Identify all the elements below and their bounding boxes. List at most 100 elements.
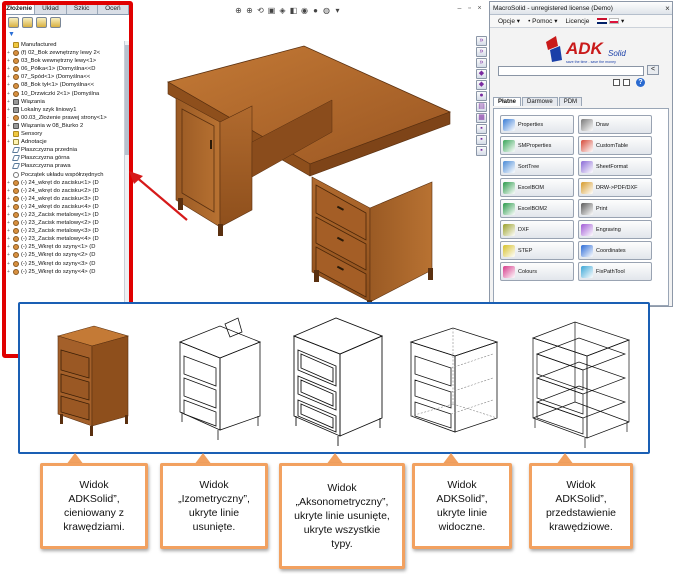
view-palette-icon[interactable]: ◆ [476, 80, 487, 90]
tab-szkic[interactable]: Szkic [67, 3, 98, 14]
tree-item[interactable]: + (-) 23_Zacisk metalowy<1> (D [7, 211, 125, 219]
tree-item[interactable]: Sensory [7, 130, 125, 138]
cabinet-wireframe-view [531, 321, 631, 448]
callout-shaded-with-edges: Widok ADKSolid”, cieniowany z krawędziam… [40, 463, 148, 549]
callout-wireframe: Widok ADKSolid”, przedstawienie krawędzi… [529, 463, 633, 549]
tree-item[interactable]: + (-) 25_Wkręt do szyny<2> (D [7, 251, 125, 259]
tree-item[interactable]: + Wiązania [7, 98, 125, 106]
step-button[interactable]: STEP [500, 241, 574, 260]
tree-item-label: (-) 23_Zacisk metalowy<4> (D [21, 236, 99, 243]
search-tab-icon[interactable]: ◆ [476, 69, 487, 79]
print-icon [581, 202, 593, 215]
tree-item[interactable]: + (-) 25_Wkręt do szyny<3> (D [7, 260, 125, 268]
tree-item[interactable]: -00.03_Złożenie prawej strony<1> [7, 114, 125, 122]
tab-pdm[interactable]: PDM [558, 97, 583, 106]
tree-item[interactable]: + (-) 23_Zacisk metalowy<2> (D [7, 219, 125, 227]
tab-uklad[interactable]: Układ [35, 3, 67, 14]
option-checkbox-1[interactable] [613, 79, 620, 86]
tab-platne[interactable]: Płatne [493, 97, 522, 106]
menu-opcje[interactable]: Opcje ▾ [498, 17, 520, 25]
smproperties-button[interactable]: SMProperties [500, 136, 574, 155]
tree-item[interactable]: + (-) 24_wkręt do zacisku<3> (D [7, 195, 125, 203]
tree-item-label: (-) 23_Zacisk metalowy<1> (D [21, 211, 99, 218]
folder-tab-icon[interactable]: ▦ [476, 113, 487, 123]
part-icon [13, 179, 19, 186]
excelbom-button[interactable]: ExcelBOM [500, 178, 574, 197]
tree-item[interactable]: +10_Drzwiczki 2<1> (Domyślna [7, 90, 125, 98]
customtable-button[interactable]: CustomTable [578, 136, 652, 155]
tree-item[interactable]: Początek układu współrzędnych [7, 171, 125, 179]
design-library-icon[interactable]: » [476, 47, 487, 57]
custom-properties-icon[interactable]: ▤ [476, 102, 487, 112]
tree-item[interactable]: Manufactured [7, 41, 125, 49]
tree-item[interactable]: + Adnotacje [7, 138, 125, 146]
option-checkbox-2[interactable] [623, 79, 630, 86]
search-input[interactable] [498, 66, 644, 76]
tree-item-label: (-) 25_Wkręt do szyny<1> (D [21, 244, 96, 251]
tool-icon[interactable]: ▪ [476, 135, 487, 145]
help-icon[interactable]: ? [636, 78, 645, 87]
tab-ocen[interactable]: Oceń [98, 3, 129, 14]
callout-hidden-lines-visible: Widok ADKSolid”, ukryte linie widoczne. [412, 463, 512, 549]
menu-pomoc[interactable]: • Pomoc ▾ [528, 17, 557, 25]
tool-button-label: ExcelBOM2 [518, 205, 548, 212]
tree-item[interactable]: +07_Spód<1> (Domyślna<< [7, 73, 125, 81]
more-icon[interactable]: ▪ [476, 146, 487, 156]
restore-icon[interactable]: ▫ [466, 5, 473, 12]
tool-button-label: Properties [518, 121, 544, 128]
sorttree-button[interactable]: SortTree [500, 157, 574, 176]
appearances-icon[interactable]: ● [476, 91, 487, 101]
fixpathtool-button[interactable]: FixPathTool [578, 262, 652, 281]
search-button[interactable]: < [647, 65, 659, 75]
origin-icon [13, 171, 19, 178]
tree-item[interactable]: Płaszczyzna górna [7, 154, 125, 162]
close-icon[interactable]: × [476, 5, 483, 12]
tree-item[interactable]: +06_Półka<1> (Domyślna<<D [7, 65, 125, 73]
tree-item[interactable]: + (-) 24_wkręt do zacisku<2> (D [7, 187, 125, 195]
tree-item[interactable]: + (-) 23_Zacisk metalowy<3> (D [7, 227, 125, 235]
tool-button-label: SMProperties [518, 142, 552, 149]
draw-button[interactable]: Draw [578, 115, 652, 134]
tree-item[interactable]: Płaszczyzna przednia [7, 146, 125, 154]
tree-item[interactable]: + Wiązania w 08_Biurko 2 [7, 122, 125, 130]
tree-item[interactable]: +03_Bok wewnętrzny lewy<1> [7, 57, 125, 65]
tree-item[interactable]: + (-) 23_Zacisk metalowy<4> (D [7, 235, 125, 243]
tree-item-label: Płaszczyzna przednia [21, 147, 78, 154]
language-selector[interactable]: ▾ [597, 17, 624, 25]
dxf-button[interactable]: DXF [500, 220, 574, 239]
tree-item[interactable]: + (-) 24_wkręt do zacisku<1> (D [7, 179, 125, 187]
property-manager-icon[interactable] [22, 17, 33, 28]
file-explorer-icon[interactable]: » [476, 58, 487, 68]
sheetformat-button[interactable]: SheetFormat [578, 157, 652, 176]
tab-zlozenie[interactable]: Złożenie [4, 3, 36, 14]
macro-icon[interactable]: ▪ [476, 124, 487, 134]
drw-pdf-dxf-button[interactable]: DRW->PDF/DXF [578, 178, 652, 197]
part-icon [13, 244, 19, 251]
tree-item[interactable]: + Lokalny szyk liniowy1 [7, 106, 125, 114]
close-icon[interactable]: × [663, 4, 672, 13]
engraving-button[interactable]: Engraving [578, 220, 652, 239]
menu-licencje[interactable]: Licencje [565, 18, 589, 25]
sheet-format-icon [581, 160, 593, 173]
appearance-manager-icon[interactable] [50, 17, 61, 28]
tree-item[interactable]: +08_Bok tył<1> (Domyślna<< [7, 81, 125, 89]
print-button[interactable]: Print [578, 199, 652, 218]
tree-item[interactable]: + (-) 25_Wkręt do szyny<4> (D [7, 268, 125, 276]
tool-button-label: Colours [518, 268, 537, 275]
tree-item[interactable]: Płaszczyzna prawa [7, 162, 125, 170]
tool-button-label: Draw [596, 121, 609, 128]
filter-icon[interactable]: ▼ [8, 31, 16, 38]
minimize-icon[interactable]: – [456, 5, 463, 12]
properties-button[interactable]: Properties [500, 115, 574, 134]
resources-icon[interactable]: » [476, 36, 487, 46]
tree-item[interactable]: + (f) 02_Bok zewnętrzny lewy 2< [7, 49, 125, 57]
tree-item[interactable]: + (-) 25_Wkręt do szyny<1> (D [7, 243, 125, 251]
excelbom2-button[interactable]: ExcelBOM2 [500, 199, 574, 218]
tree-item[interactable]: + (-) 24_wkręt do zacisku<4> (D [7, 203, 125, 211]
scrollbar-thumb[interactable] [125, 45, 129, 155]
feature-manager-icon[interactable] [8, 17, 19, 28]
tab-darmowe[interactable]: Darmowe [522, 97, 558, 106]
coordinates-button[interactable]: Coordinates [578, 241, 652, 260]
configuration-manager-icon[interactable] [36, 17, 47, 28]
colours-button[interactable]: Colours [500, 262, 574, 281]
